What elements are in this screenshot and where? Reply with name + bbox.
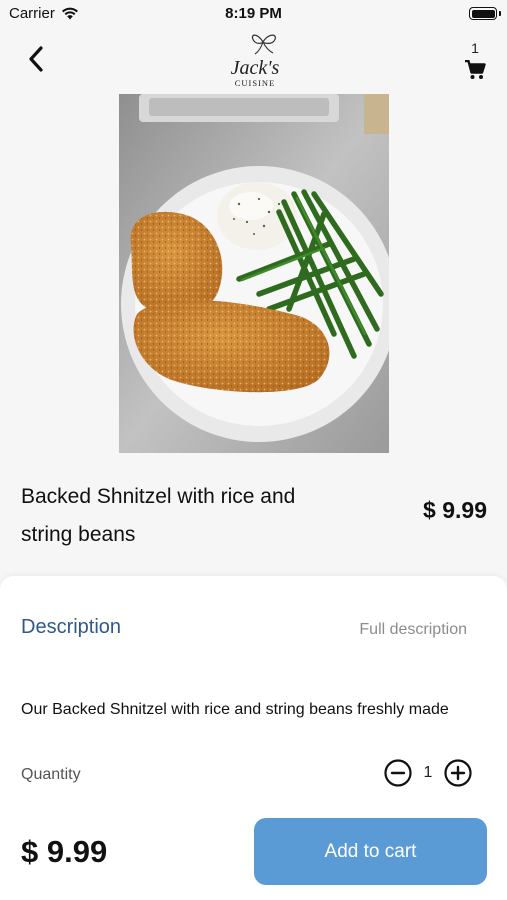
nav-bar: Jack's CUISINE 1 (0, 28, 507, 90)
status-time: 8:19 PM (225, 5, 282, 22)
cart-count: 1 (471, 40, 479, 56)
status-bar: Carrier 8:19 PM (0, 0, 507, 28)
battery-tip (499, 11, 501, 16)
cart-button[interactable]: 1 (461, 40, 489, 84)
back-button[interactable] (20, 42, 52, 76)
tab-full-description[interactable]: Full description (359, 621, 467, 639)
product-title-row: Backed Shnitzel with rice and string bea… (21, 478, 487, 558)
minus-circle-icon[interactable] (383, 758, 413, 788)
quantity-stepper: 1 (383, 758, 473, 788)
product-title: Backed Shnitzel with rice and string bea… (21, 485, 296, 546)
add-to-cart-button[interactable]: Add to cart (254, 818, 487, 885)
chevron-left-icon (29, 46, 43, 72)
quantity-value: 1 (423, 764, 433, 781)
svg-text:Jack's: Jack's (231, 57, 280, 79)
product-image (119, 94, 389, 453)
svg-text:CUISINE: CUISINE (235, 78, 276, 88)
plus-circle-icon[interactable] (443, 758, 473, 788)
total-price: $ 9.99 (21, 834, 108, 869)
product-details-sheet: Description Full description Our Backed … (0, 576, 507, 900)
shopping-cart-icon (465, 60, 486, 79)
quantity-label: Quantity (21, 766, 81, 783)
description-fade (0, 726, 507, 736)
tab-description[interactable]: Description (21, 616, 121, 639)
brand-logo: Jack's CUISINE (231, 34, 280, 88)
product-price: $ 9.99 (423, 497, 487, 523)
battery-icon (469, 7, 497, 20)
